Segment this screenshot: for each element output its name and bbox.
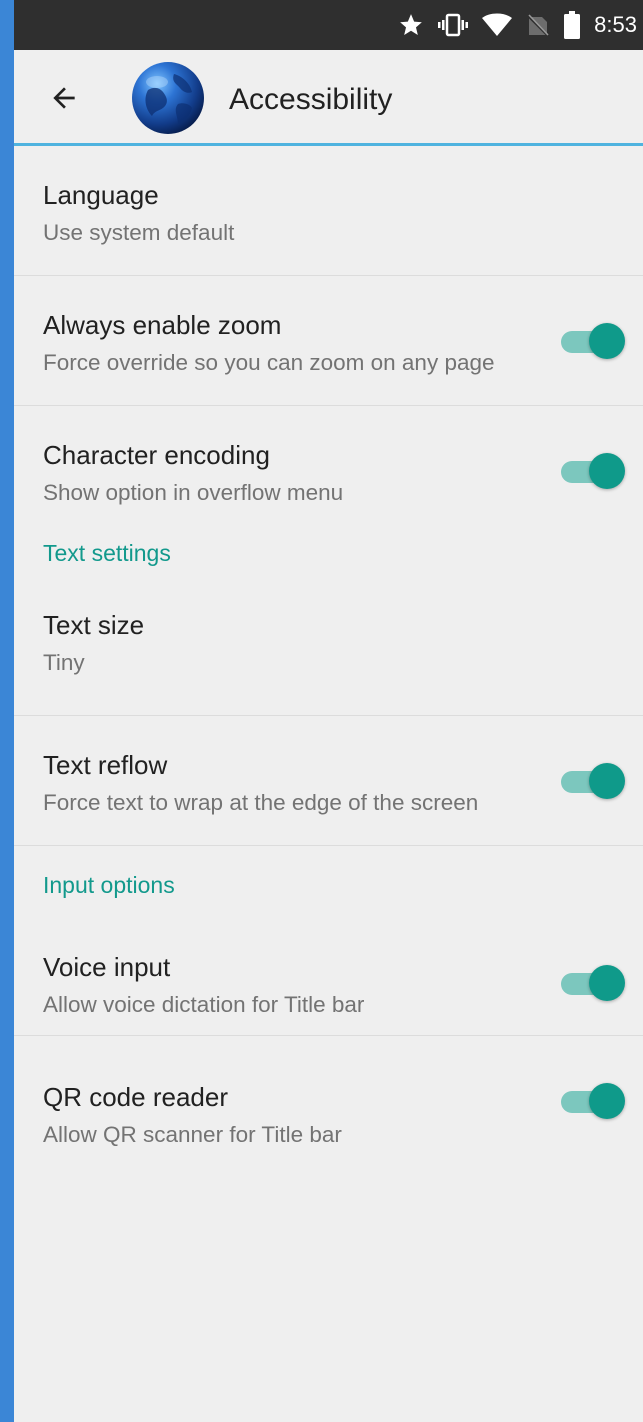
vibrate-icon <box>438 10 469 40</box>
qr-reader-switch[interactable] <box>561 1081 627 1121</box>
switch-thumb <box>589 453 625 489</box>
setting-title: Always enable zoom <box>43 310 282 340</box>
setting-qr-code-reader[interactable]: QR code reader Allow QR scanner for Titl… <box>14 1036 643 1176</box>
status-bar: 8:53 <box>14 0 643 50</box>
wifi-icon <box>482 10 513 40</box>
section-label: Input options <box>43 872 175 898</box>
app-bar: Accessibility <box>14 50 643 146</box>
zoom-switch[interactable] <box>561 321 627 361</box>
section-label: Text settings <box>43 540 171 566</box>
setting-voice-input[interactable]: Voice input Allow voice dictation for Ti… <box>14 906 643 1036</box>
battery-icon <box>564 10 581 40</box>
setting-title: Character encoding <box>43 440 270 470</box>
status-time: 8:53 <box>594 12 637 37</box>
setting-summary: Force text to wrap at the edge of the sc… <box>43 790 479 815</box>
setting-text-reflow[interactable]: Text reflow Force text to wrap at the ed… <box>14 716 643 846</box>
setting-title: QR code reader <box>43 1082 228 1112</box>
switch-thumb <box>589 762 625 799</box>
setting-title: Voice input <box>43 952 171 982</box>
page-title: Accessibility <box>229 83 393 116</box>
encoding-switch[interactable] <box>561 451 627 491</box>
setting-summary: Tiny <box>43 650 85 675</box>
setting-title: Text reflow <box>43 750 168 780</box>
setting-summary: Allow QR scanner for Title bar <box>43 1122 342 1147</box>
setting-summary: Use system default <box>43 220 235 245</box>
setting-always-enable-zoom[interactable]: Always enable zoom Force override so you… <box>14 276 643 406</box>
setting-summary: Force override so you can zoom on any pa… <box>43 350 495 375</box>
star-icon <box>398 10 424 40</box>
setting-text-size[interactable]: Text size Tiny <box>14 584 643 716</box>
arrow-left-icon <box>53 87 75 109</box>
setting-title: Text size <box>43 610 145 640</box>
globe-logo <box>130 60 206 136</box>
no-sim-icon <box>526 10 550 40</box>
switch-thumb <box>589 322 625 359</box>
back-button[interactable] <box>44 78 84 118</box>
text-reflow-switch[interactable] <box>561 761 627 801</box>
setting-title: Language <box>43 180 159 210</box>
settings-list: Language Use system default Always enabl… <box>14 146 643 1176</box>
section-header-input-options: Input options <box>14 846 643 906</box>
section-header-text-settings: Text settings <box>14 524 643 584</box>
device-screen: 8:53 Accessibility Language Use system d… <box>14 0 643 1422</box>
setting-language[interactable]: Language Use system default <box>14 146 643 276</box>
switch-thumb <box>589 1083 625 1119</box>
setting-summary: Allow voice dictation for Title bar <box>43 992 365 1017</box>
setting-summary: Show option in overflow menu <box>43 480 344 505</box>
voice-input-switch[interactable] <box>561 963 627 1003</box>
switch-thumb <box>589 965 625 1001</box>
